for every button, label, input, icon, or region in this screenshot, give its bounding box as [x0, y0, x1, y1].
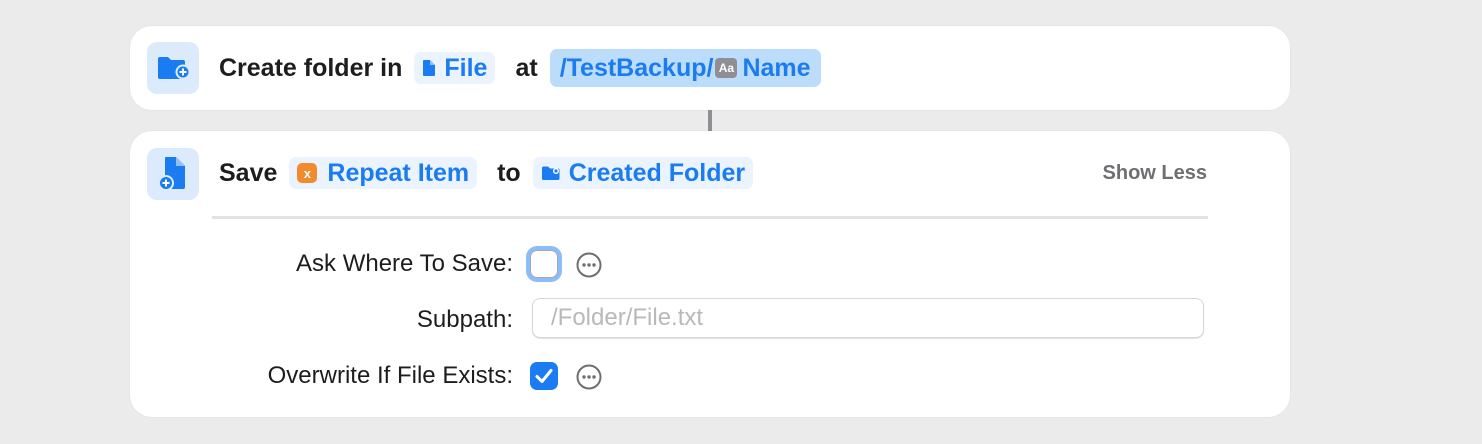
- folder-path-field[interactable]: /TestBackup/ Aa Name: [549, 49, 821, 87]
- at-word: at: [515, 53, 538, 82]
- text-variable-icon: Aa: [715, 58, 738, 78]
- more-options-icon[interactable]: [576, 252, 602, 278]
- variable-x-icon: x: [297, 163, 318, 183]
- folder-icon: [541, 165, 561, 181]
- repeat-item-label: Repeat Item: [327, 158, 470, 187]
- document-save-icon: [147, 148, 199, 200]
- to-word: to: [497, 158, 521, 187]
- create-folder-sentence: Create folder in File at /TestBackup/ Aa…: [219, 48, 821, 88]
- parameters-divider: [212, 216, 1208, 219]
- save-verb: Save: [219, 158, 278, 187]
- subpath-input[interactable]: [532, 298, 1204, 338]
- repeat-item-token[interactable]: x Repeat Item: [289, 157, 478, 189]
- checkmark-icon: [535, 369, 553, 383]
- path-prefix: /TestBackup/: [559, 53, 714, 82]
- save-file-sentence: Save x Repeat Item to Created Folder: [219, 153, 754, 193]
- show-less-button[interactable]: Show Less: [1103, 162, 1207, 185]
- subpath-label: Subpath:: [416, 306, 513, 333]
- name-variable-token[interactable]: Name: [742, 54, 810, 83]
- created-folder-label: Created Folder: [568, 158, 746, 187]
- ask-where-to-save-label: Ask Where To Save:: [296, 250, 513, 277]
- create-folder-verb: Create folder in: [219, 53, 403, 82]
- overwrite-if-exists-label: Overwrite If File Exists:: [267, 362, 513, 389]
- create-folder-action[interactable]: Create folder in File at /TestBackup/ Aa…: [130, 26, 1290, 110]
- folder-plus-icon: [147, 42, 199, 94]
- file-token-label: File: [444, 53, 488, 82]
- overwrite-if-exists-checkbox[interactable]: [530, 362, 558, 390]
- action-connector-line: [708, 110, 712, 131]
- document-icon: [422, 59, 436, 77]
- save-file-action[interactable]: Save x Repeat Item to Created Folder Sho…: [130, 131, 1290, 417]
- created-folder-token[interactable]: Created Folder: [532, 157, 754, 189]
- more-options-icon[interactable]: [576, 364, 602, 390]
- file-variable-token[interactable]: File: [414, 52, 496, 84]
- ask-where-to-save-checkbox[interactable]: [530, 250, 558, 278]
